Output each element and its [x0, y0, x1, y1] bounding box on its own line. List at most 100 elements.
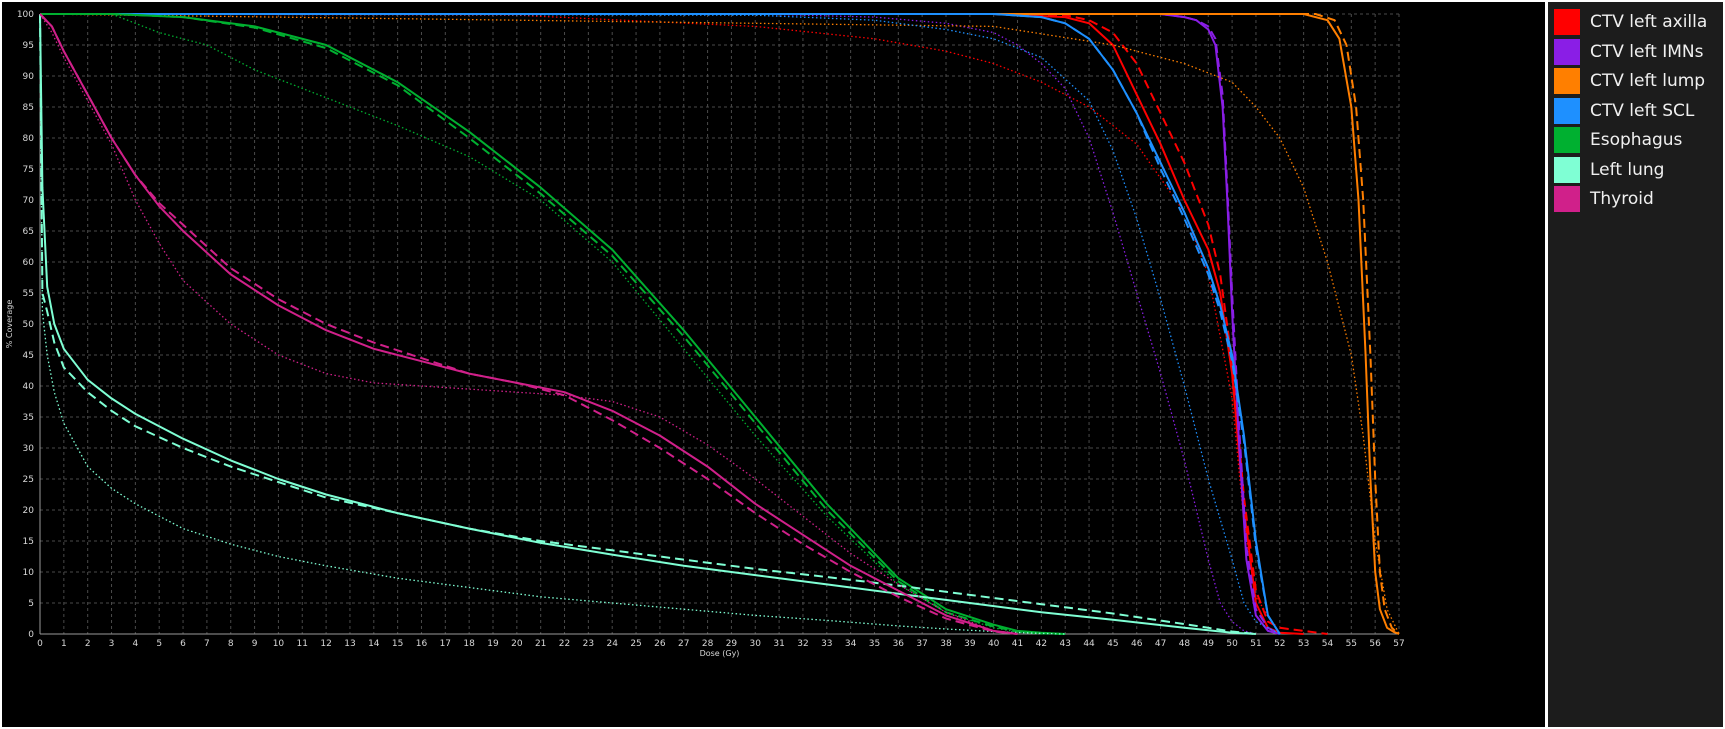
x-tick-label: 12	[320, 639, 331, 649]
x-tick-label: 44	[1083, 639, 1095, 649]
legend-label: CTV left lump	[1590, 71, 1706, 91]
legend-panel: CTV left axilla CTV left IMNs CTV left lum…	[1548, 2, 1723, 727]
x-tick-label: 19	[487, 639, 499, 649]
y-tick-label: 20	[23, 506, 35, 516]
legend-item[interactable]: CTV left lump	[1554, 67, 1705, 95]
x-tick-label: 41	[1012, 639, 1023, 649]
legend-label: CTV left IMNs	[1590, 41, 1704, 62]
dvh-window: 0 1 2 3 4 5 6 7 8 9 10 11 12 13 14 15 16 17 18 19 20 21 22 23 24…	[0, 0, 1725, 729]
y-tick-label: 15	[23, 537, 34, 547]
legend-label: Left lung	[1590, 159, 1665, 180]
x-tick-label: 48	[1179, 639, 1191, 649]
x-tick-label: 45	[1107, 639, 1118, 649]
x-tick-label: 30	[750, 639, 762, 649]
y-tick-label: 100	[17, 10, 34, 20]
y-tick-label: 10	[23, 568, 35, 578]
x-tick-label: 5	[156, 639, 162, 649]
x-tick-label: 57	[1393, 639, 1404, 649]
y-tick-label: 50	[23, 320, 35, 330]
x-tick-label: 47	[1155, 639, 1166, 649]
x-tick-label: 4	[133, 639, 139, 649]
legend-swatch	[1554, 9, 1580, 35]
y-tick-label: 80	[23, 134, 35, 144]
x-tick-label: 16	[416, 639, 428, 649]
x-tick-label: 53	[1298, 639, 1309, 649]
x-tick-label: 46	[1131, 639, 1143, 649]
legend-label: Esophagus	[1590, 130, 1683, 150]
x-tick-label: 35	[869, 639, 880, 649]
legend-label: Thyroid	[1590, 189, 1654, 209]
x-tick-label: 6	[180, 639, 186, 649]
x-tick-label: 0	[37, 639, 43, 649]
x-tick-label: 51	[1250, 639, 1261, 649]
y-tick-label: 0	[28, 630, 34, 640]
legend-item[interactable]: Thyroid	[1554, 185, 1654, 213]
x-tick-label: 3	[109, 639, 115, 649]
x-tick-label: 25	[630, 639, 641, 649]
x-tick-label: 8	[228, 639, 234, 649]
x-tick-label: 20	[511, 639, 523, 649]
legend-swatch	[1554, 186, 1580, 212]
legend-item[interactable]: Esophagus	[1554, 126, 1682, 154]
x-tick-label: 55	[1346, 639, 1357, 649]
x-tick-label: 10	[273, 639, 285, 649]
x-tick-label: 40	[988, 639, 1000, 649]
x-tick-label: 9	[252, 639, 258, 649]
x-tick-label: 52	[1274, 639, 1285, 649]
x-tick-label: 54	[1322, 639, 1334, 649]
x-tick-label: 31	[773, 639, 784, 649]
y-tick-label: 95	[23, 41, 34, 51]
legend-swatch	[1554, 38, 1580, 65]
x-tick-label: 49	[1203, 639, 1215, 649]
x-tick-label: 15	[392, 639, 403, 649]
y-tick-label: 5	[28, 599, 34, 609]
x-tick-label: 7	[204, 639, 210, 649]
legend-label: CTV left axilla	[1590, 12, 1708, 32]
y-tick-label: 90	[23, 72, 35, 82]
x-tick-label: 26	[654, 639, 666, 649]
legend-item[interactable]: CTV left axilla	[1554, 8, 1707, 36]
y-tick-label: 65	[23, 227, 34, 237]
y-tick-label: 75	[23, 165, 34, 175]
x-tick-label: 11	[297, 639, 308, 649]
x-tick-label: 50	[1226, 639, 1238, 649]
x-tick-label: 24	[606, 639, 618, 649]
legend-item[interactable]: CTV left SCL	[1554, 97, 1694, 125]
x-tick-label: 28	[702, 639, 714, 649]
x-tick-label: 14	[368, 639, 380, 649]
y-tick-label: 60	[23, 258, 35, 268]
x-tick-label: 21	[535, 639, 546, 649]
x-tick-label: 36	[893, 639, 905, 649]
y-tick-label: 35	[23, 413, 34, 423]
legend-label: CTV left SCL	[1590, 100, 1695, 121]
x-tick-label: 13	[344, 639, 355, 649]
legend-swatch	[1554, 97, 1580, 124]
x-tick-label: 34	[845, 639, 857, 649]
x-tick-label: 39	[964, 639, 976, 649]
x-tick-label: 2	[85, 639, 91, 649]
y-tick-label: 85	[23, 103, 34, 113]
legend-item[interactable]: Left lung	[1554, 156, 1664, 184]
x-tick-label: 23	[583, 639, 594, 649]
legend-item[interactable]: CTV left IMNs	[1554, 38, 1703, 66]
dose-volume-histogram-chart[interactable]: 0 1 2 3 4 5 6 7 8 9 10 11 12 13 14 15 16 17 18 19 20 21 22 23 24…	[2, 2, 1545, 727]
legend-swatch	[1554, 127, 1580, 153]
x-tick-label: 32	[797, 639, 808, 649]
y-tick-label: 25	[23, 475, 34, 485]
grid-layer	[39, 13, 1400, 635]
x-tick-label: 29	[726, 639, 738, 649]
x-tick-label: 18	[463, 639, 475, 649]
x-tick-label: 56	[1369, 639, 1381, 649]
x-tick-label: 33	[821, 639, 832, 649]
x-tick-label: 37	[916, 639, 927, 649]
x-axis-title: Dose (Gy)	[700, 649, 740, 658]
x-tick-label: 42	[1036, 639, 1047, 649]
y-tick-label: 40	[23, 382, 35, 392]
x-tick-label: 38	[940, 639, 952, 649]
y-tick-label: 70	[23, 196, 35, 206]
tick-layer: 0 1 2 3 4 5 6 7 8 9 10 11 12 13 14 15 16 17 18 19 20 21 22 23 24…	[17, 10, 1405, 649]
x-tick-label: 22	[559, 639, 570, 649]
x-tick-label: 27	[678, 639, 689, 649]
legend-swatch	[1554, 68, 1580, 94]
plot-panel: 0 1 2 3 4 5 6 7 8 9 10 11 12 13 14 15 16 17 18 19 20 21 22 23 24…	[2, 2, 1545, 727]
